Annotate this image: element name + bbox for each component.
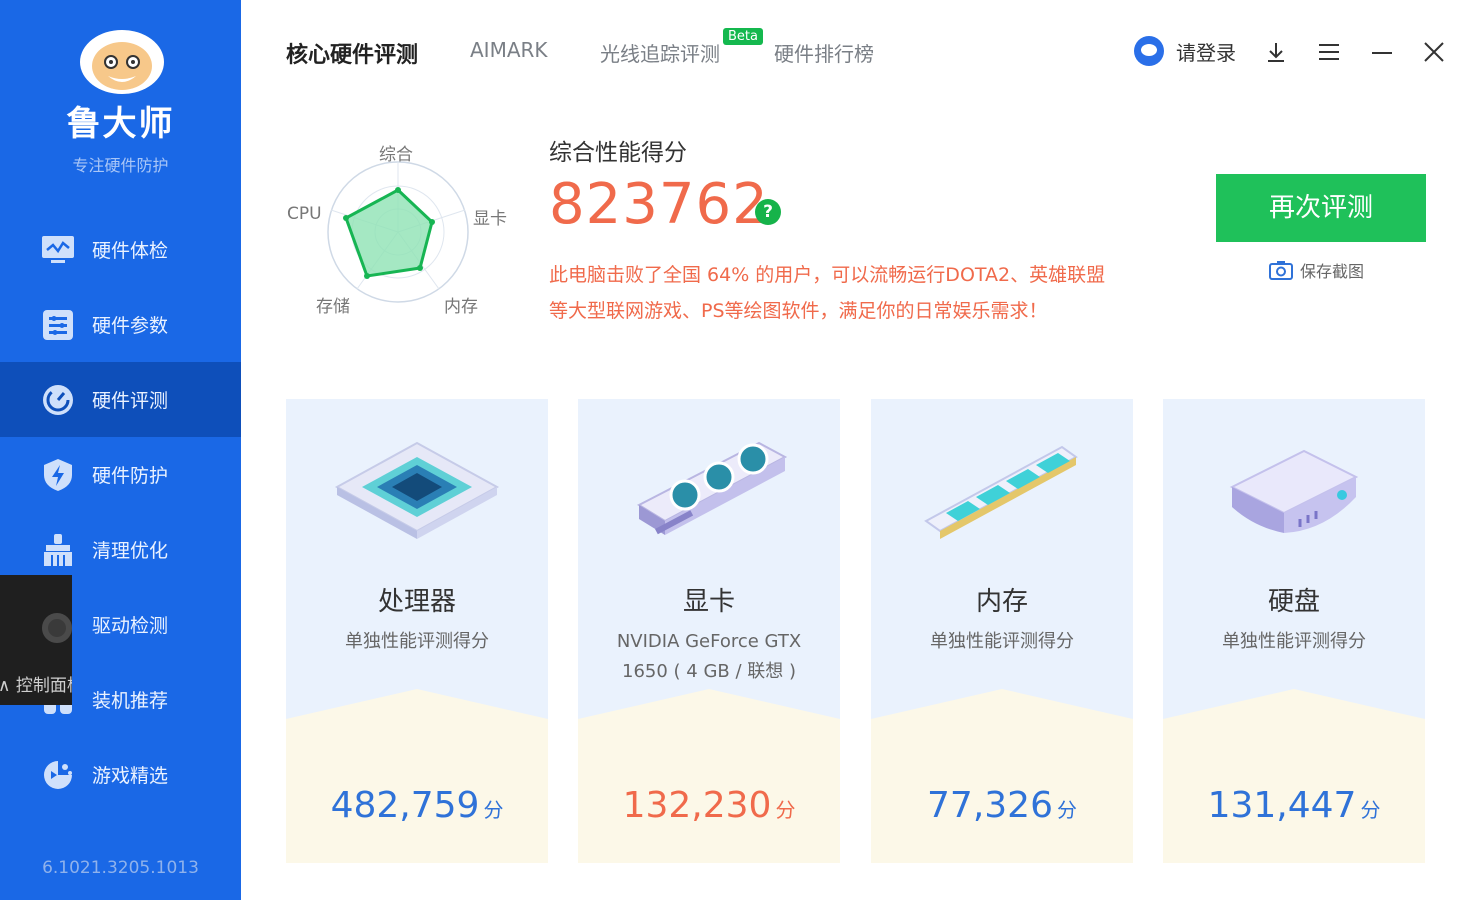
- card-score-value: 131,447: [1207, 785, 1357, 826]
- radar-label-memory: 内存: [444, 297, 478, 317]
- avatar-icon: [1134, 36, 1164, 66]
- overall-score: 823762: [549, 172, 769, 237]
- score-desc-line-2: 等大型联网游戏、PS等绘图软件，满足你的日常娱乐需求！: [549, 300, 1048, 322]
- download-icon[interactable]: [1264, 40, 1288, 64]
- card-score-value: 77,326: [927, 785, 1053, 826]
- game-icon: [40, 757, 76, 793]
- monitor-icon: [40, 232, 76, 268]
- sidebar-item-hardware-check[interactable]: 硬件体检: [0, 212, 241, 287]
- radar-chart: 综合 显卡 内存 存储 CPU: [280, 130, 520, 320]
- memory-stick-icon: [924, 445, 1078, 539]
- card-cpu[interactable]: 处理器 单独性能评测得分 482,759 分: [286, 399, 548, 863]
- card-score-value: 482,759: [330, 785, 480, 826]
- card-score-unit: 分: [775, 798, 796, 822]
- sidebar-item-label: 硬件防护: [92, 465, 169, 487]
- card-subtitle: 单独性能评测得分: [1163, 627, 1425, 657]
- score-desc-line-1: 此电脑击败了全国 64% 的用户，可以流畅运行DOTA2、英雄联盟: [549, 264, 1106, 286]
- sidebar: 鲁大师 专注硬件防护 硬件体检 硬件参数 硬件评测 硬件防护 清理优化 驱动检测…: [0, 0, 241, 900]
- card-score: 132,230 分: [578, 785, 840, 826]
- save-screenshot-button[interactable]: 保存截图: [1269, 258, 1364, 282]
- card-subtitle-line-1: NVIDIA GeForce GTX: [616, 631, 802, 652]
- hard-disk-icon: [1229, 449, 1359, 533]
- card-title: 硬盘: [1267, 587, 1320, 617]
- master-lu-logo-icon: [80, 30, 164, 94]
- tab-hardware-ranking[interactable]: 硬件排行榜: [774, 38, 874, 67]
- card-title: 显卡: [682, 587, 735, 617]
- beta-badge: Beta: [723, 28, 763, 45]
- card-disk[interactable]: 硬盘 单独性能评测得分 131,447 分: [1163, 399, 1425, 863]
- sidebar-item-hardware-params[interactable]: 硬件参数: [0, 287, 241, 362]
- minimize-icon[interactable]: [1370, 40, 1394, 64]
- menu-icon[interactable]: [1317, 40, 1341, 64]
- card-score: 77,326 分: [871, 785, 1133, 826]
- gear-icon: [42, 613, 72, 643]
- radar-label-cpu: CPU: [287, 204, 322, 224]
- radar-label-storage: 存储: [316, 297, 350, 317]
- sidebar-nav: 硬件体检 硬件参数 硬件评测 硬件防护 清理优化 驱动检测 装机推荐 游戏精选: [0, 212, 241, 812]
- overlay-text: 控制面板: [15, 676, 72, 696]
- sidebar-item-label: 硬件体检: [92, 240, 169, 262]
- card-title: 内存: [975, 587, 1028, 617]
- card-subtitle-line-1: 单独性能评测得分: [930, 631, 1074, 652]
- overlay-label: ∧ 控制面板: [0, 671, 72, 696]
- sidebar-item-label: 硬件参数: [92, 315, 169, 337]
- top-bar: 核心硬件评测 AIMARK 光线追踪评测 Beta 硬件排行榜 请登录: [241, 0, 1470, 100]
- version-text: 6.1021.3205.1013: [42, 858, 199, 878]
- card-subtitle: 单独性能评测得分: [286, 627, 548, 657]
- sidebar-item-label: 驱动检测: [92, 615, 169, 637]
- card-subtitle: 单独性能评测得分: [871, 627, 1133, 657]
- radar-label-gpu: 显卡: [473, 209, 507, 229]
- help-icon[interactable]: ?: [755, 199, 781, 225]
- close-icon[interactable]: [1422, 40, 1446, 64]
- broom-icon: [40, 532, 76, 568]
- cpu-chip-icon: [334, 441, 500, 539]
- sidebar-item-label: 清理优化: [92, 540, 169, 562]
- save-screenshot-label: 保存截图: [1300, 262, 1365, 281]
- card-score-value: 132,230: [622, 785, 772, 826]
- card-subtitle-line-1: 单独性能评测得分: [345, 631, 489, 652]
- control-panel-overlay[interactable]: ∧ 控制面板: [0, 575, 72, 705]
- gauge-icon: [40, 382, 76, 418]
- radar-label-overall: 综合: [379, 145, 413, 165]
- sidebar-item-hardware-benchmark[interactable]: 硬件评测: [0, 362, 241, 437]
- card-score-unit: 分: [1360, 798, 1381, 822]
- logo: 鲁大师 专注硬件防护: [0, 0, 241, 200]
- sidebar-item-label: 游戏精选: [92, 765, 169, 787]
- login-label: 请登录: [1176, 40, 1236, 65]
- tab-aimark[interactable]: AIMARK: [470, 38, 548, 62]
- card-gpu[interactable]: 显卡 NVIDIA GeForce GTX 1650 ( 4 GB / 联想 )…: [578, 399, 840, 863]
- card-score: 131,447 分: [1163, 785, 1425, 826]
- sidebar-item-hardware-protect[interactable]: 硬件防护: [0, 437, 241, 512]
- score-title: 综合性能得分: [549, 140, 687, 166]
- card-score-unit: 分: [1056, 798, 1077, 822]
- retest-button[interactable]: 再次评测: [1216, 174, 1426, 242]
- tab-core-benchmark[interactable]: 核心硬件评测: [286, 37, 418, 69]
- card-memory[interactable]: 内存 单独性能评测得分 77,326 分: [871, 399, 1133, 863]
- card-score-unit: 分: [483, 798, 504, 822]
- sidebar-item-label: 装机推荐: [92, 690, 169, 712]
- score-description: 此电脑击败了全国 64% 的用户，可以流畅运行DOTA2、英雄联盟 等大型联网游…: [549, 257, 1189, 329]
- graphics-card-icon: [636, 441, 788, 535]
- brand-slogan: 专注硬件防护: [72, 156, 169, 175]
- card-title: 处理器: [377, 587, 456, 617]
- brand-name: 鲁大师: [66, 104, 175, 144]
- list-icon: [40, 307, 76, 343]
- card-subtitle-line-1: 单独性能评测得分: [1222, 631, 1366, 652]
- sidebar-item-game-picks[interactable]: 游戏精选: [0, 737, 241, 812]
- sidebar-item-label: 硬件评测: [92, 390, 169, 412]
- card-score: 482,759 分: [286, 785, 548, 826]
- tab-ray-tracing[interactable]: 光线追踪评测: [600, 38, 720, 67]
- camera-icon: [1269, 261, 1293, 280]
- card-subtitle: NVIDIA GeForce GTX 1650 ( 4 GB / 联想 ): [578, 627, 840, 687]
- login-button[interactable]: 请登录: [1134, 36, 1236, 66]
- shield-bolt-icon: [40, 457, 76, 493]
- card-subtitle-line-2: 1650 ( 4 GB / 联想 ): [622, 661, 796, 682]
